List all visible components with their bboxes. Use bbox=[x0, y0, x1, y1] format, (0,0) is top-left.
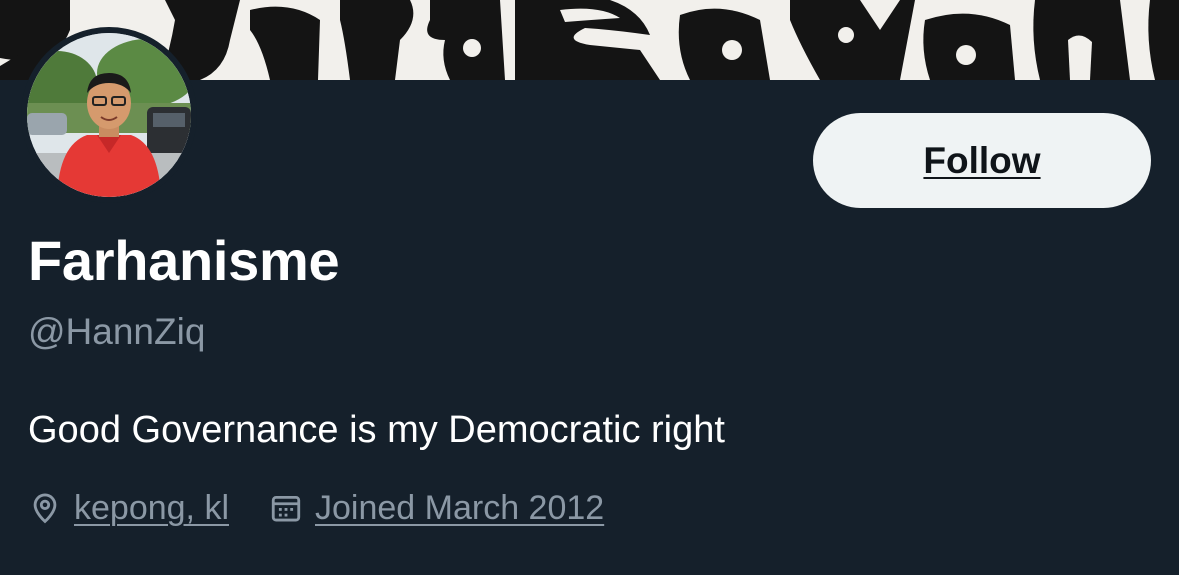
calendar-icon bbox=[269, 491, 303, 525]
avatar[interactable] bbox=[21, 27, 197, 203]
joined-date-text: Joined March 2012 bbox=[315, 488, 605, 527]
profile-meta: kepong, kl Joined March 2012 bbox=[28, 486, 604, 530]
joined-item: Joined March 2012 bbox=[269, 489, 604, 528]
display-name: Farhanisme bbox=[28, 229, 340, 292]
location-pin-icon bbox=[28, 491, 62, 525]
follow-button-label: Follow bbox=[923, 139, 1041, 181]
follow-button[interactable]: Follow bbox=[813, 113, 1151, 208]
avatar-photo bbox=[27, 33, 191, 197]
location-item[interactable]: kepong, kl bbox=[28, 489, 229, 528]
profile-bio: Good Governance is my Democratic right bbox=[28, 409, 725, 451]
profile-card: Follow Farhanisme @HannZiq Good Governan… bbox=[0, 0, 1179, 575]
location-text[interactable]: kepong, kl bbox=[74, 489, 229, 528]
user-handle: @HannZiq bbox=[28, 311, 206, 352]
